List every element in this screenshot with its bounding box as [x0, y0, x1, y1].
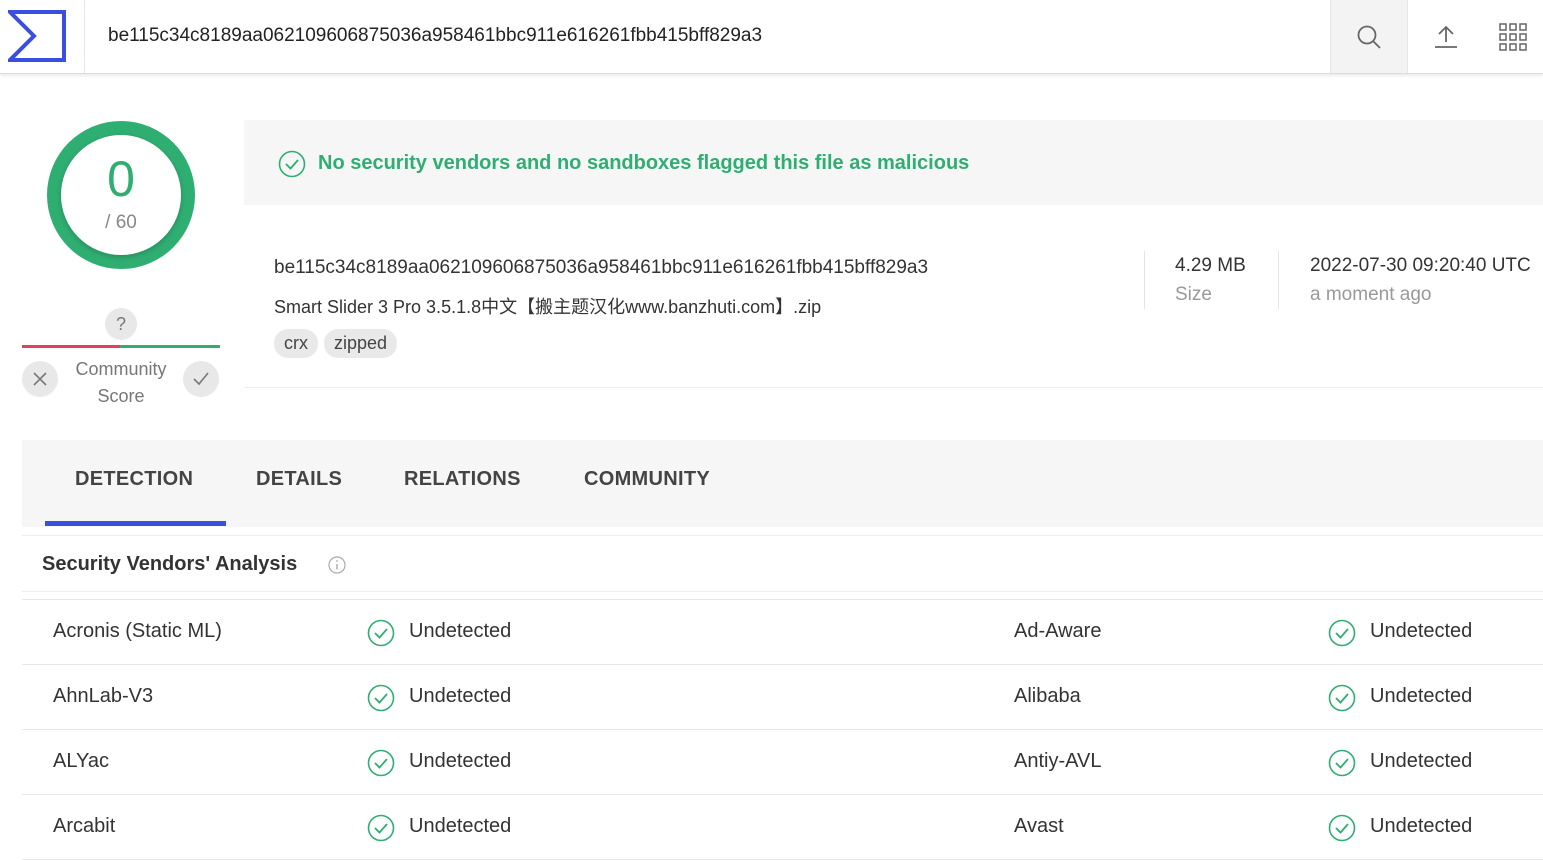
check-circle-icon — [1328, 814, 1356, 842]
tab-bar: DETECTION DETAILS RELATIONS COMMUNITY — [22, 440, 1543, 527]
section-title: Security Vendors' Analysis — [42, 553, 298, 575]
vendor-name: Avast — [1014, 815, 1064, 837]
community-score-label: Community Score — [75, 359, 167, 406]
search-button[interactable] — [1330, 0, 1407, 73]
tag[interactable]: crx — [274, 329, 318, 358]
vote-harmless-button[interactable] — [183, 361, 219, 397]
vendor-name: ALYac — [53, 750, 109, 772]
vendor-name: Acronis (Static ML) — [53, 620, 222, 642]
top-bar — [0, 0, 1543, 74]
check-circle-icon — [1328, 619, 1356, 647]
detections-count: 0 — [107, 151, 135, 207]
table-row: AhnLab-V3 Undetected Alibaba Undetected — [22, 665, 1543, 730]
tab-details[interactable]: DETAILS — [256, 468, 342, 491]
check-circle-icon — [367, 749, 395, 777]
analysis-date-label: a moment ago — [1310, 284, 1432, 305]
verdict-text: No security vendors and no sandboxes fla… — [318, 152, 970, 174]
vendor-name: Ad-Aware — [1014, 620, 1102, 642]
info-icon[interactable] — [328, 556, 346, 574]
search-icon — [1357, 25, 1381, 49]
vote-malicious-button[interactable] — [22, 361, 58, 397]
vendor-result: Undetected — [1370, 685, 1473, 707]
upload-icon — [1435, 25, 1457, 48]
vendor-name: AhnLab-V3 — [53, 685, 154, 707]
vendor-result: Undetected — [409, 620, 512, 642]
upload-button[interactable] — [1407, 0, 1484, 73]
file-info-card: be115c34c8189aa062109606875036a958461bbc… — [244, 205, 1543, 388]
file-hash[interactable]: be115c34c8189aa062109606875036a958461bbc… — [274, 257, 928, 279]
file-name: Smart Slider 3 Pro 3.5.1.8中文【搬主题汉化www.ba… — [274, 297, 822, 317]
divider — [1144, 251, 1145, 309]
engines-total: / 60 — [105, 212, 137, 233]
vendor-result: Undetected — [1370, 750, 1473, 772]
tab-detection[interactable]: DETECTION — [75, 468, 193, 491]
apps-button[interactable] — [1483, 0, 1543, 73]
check-circle-icon — [367, 814, 395, 842]
check-icon — [193, 372, 209, 386]
community-bar-harmless — [120, 345, 220, 348]
community-score-value: ? — [105, 308, 137, 340]
table-row: Arcabit Undetected Avast Undetected — [22, 795, 1543, 860]
vendor-result: Undetected — [409, 750, 512, 772]
file-size-label: Size — [1175, 284, 1212, 305]
tag[interactable]: zipped — [324, 329, 398, 358]
vendor-name: Arcabit — [53, 815, 116, 837]
vendors-table: Acronis (Static ML) Undetected Ad-Aware … — [22, 599, 1543, 860]
detection-score-ring: 0 / 60 — [46, 120, 196, 270]
search-input[interactable] — [96, 16, 1320, 56]
analysis-date-value: 2022-07-30 09:20:40 UTC — [1310, 255, 1531, 276]
check-circle-icon — [367, 684, 395, 712]
vendor-result: Undetected — [1370, 620, 1473, 642]
virustotal-logo-icon[interactable] — [0, 0, 85, 73]
check-circle-icon — [1328, 684, 1356, 712]
file-size-value: 4.29 MB — [1175, 255, 1246, 276]
vendor-name: Alibaba — [1014, 685, 1081, 707]
vendor-result: Undetected — [1370, 815, 1473, 837]
file-tags: crx zipped — [274, 329, 398, 358]
divider — [1278, 251, 1279, 309]
vendor-result: Undetected — [409, 685, 512, 707]
tab-relations[interactable]: RELATIONS — [404, 468, 521, 491]
check-circle-icon — [1328, 749, 1356, 777]
community-bar-malicious — [22, 345, 120, 348]
close-icon — [33, 372, 47, 386]
check-circle-icon — [367, 619, 395, 647]
active-tab-indicator — [45, 521, 226, 526]
table-row: Acronis (Static ML) Undetected Ad-Aware … — [22, 600, 1543, 665]
tab-community[interactable]: COMMUNITY — [584, 468, 710, 491]
table-row: ALYac Undetected Antiy-AVL Undetected — [22, 730, 1543, 795]
vendor-result: Undetected — [409, 815, 512, 837]
vendor-name: Antiy-AVL — [1014, 750, 1102, 772]
section-header: Security Vendors' Analysis — [22, 535, 1543, 592]
apps-grid-icon — [1499, 22, 1527, 51]
verdict-banner: No security vendors and no sandboxes fla… — [244, 120, 1543, 205]
check-circle-icon — [278, 150, 306, 178]
